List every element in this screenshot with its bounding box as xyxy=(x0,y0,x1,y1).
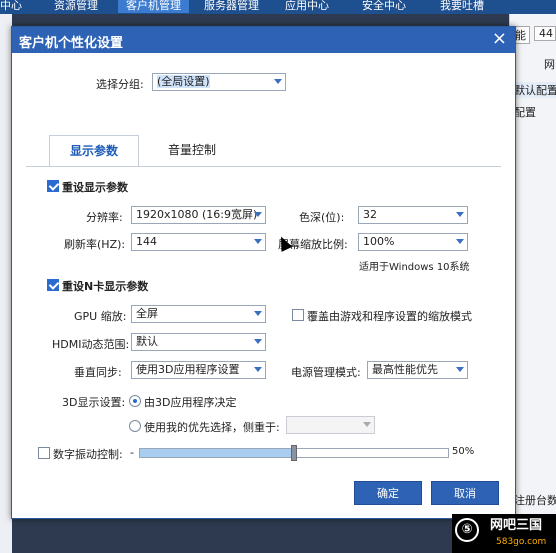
bg-cell: 配置 xyxy=(514,106,536,119)
vibrance-label: 数字振动控制: xyxy=(53,448,123,461)
vibrance-checkbox[interactable] xyxy=(38,447,50,459)
d3-pref-radio[interactable] xyxy=(129,420,141,432)
chevron-down-icon xyxy=(254,367,262,372)
resolution-value: 1920x1080 (16:9宽屏) xyxy=(136,208,258,221)
chevron-down-icon xyxy=(274,79,282,84)
refresh-label: 刷新率(HZ): xyxy=(64,238,126,251)
bg-col-header: 网 xyxy=(544,58,555,71)
chevron-down-icon xyxy=(456,239,464,244)
nav-item[interactable]: 中心 xyxy=(0,0,22,13)
client-settings-dialog: 客户机个性化设置 × 选择分组: (全局设置) 显示参数 音量控制 重设显示参数… xyxy=(11,26,516,519)
vibrance-min: - xyxy=(130,446,134,459)
watermark-url: 583go.com xyxy=(496,537,547,547)
cancel-button[interactable]: 取消 xyxy=(431,481,499,505)
chevron-down-icon xyxy=(254,311,262,316)
scale-select[interactable]: 100% xyxy=(358,233,468,251)
nav-item[interactable]: 我要吐槽 xyxy=(440,0,484,13)
color-depth-select[interactable]: 32 xyxy=(358,206,468,224)
watermark-brand: 网吧三国 xyxy=(490,518,543,533)
top-nav: 中心 资源管理 客户机管理 服务器管理 应用中心 安全中心 我要吐槽 xyxy=(0,0,556,14)
bg-number[interactable]: 44 xyxy=(534,26,556,41)
vsync-select[interactable]: 使用3D应用程序设置 xyxy=(131,361,266,379)
scale-note: 适用于Windows 10系统 xyxy=(359,262,470,273)
hdmi-label: HDMI动态范围: xyxy=(52,338,130,351)
override-scaling-checkbox[interactable] xyxy=(292,309,304,321)
d3-pref-select[interactable] xyxy=(286,416,375,434)
watermark-logo: ⑤ 网吧三国 583go.com xyxy=(452,514,556,553)
chevron-down-icon xyxy=(363,422,371,427)
hdmi-select[interactable]: 默认 xyxy=(131,333,266,351)
bg-cell: 默认配置 xyxy=(510,82,556,98)
resolution-label: 分辨率: xyxy=(86,211,123,224)
d3-app-radio[interactable] xyxy=(129,395,141,407)
refresh-value: 144 xyxy=(136,235,157,248)
d3-app-label: 由3D应用程序决定 xyxy=(144,396,237,409)
group-label: 选择分组: xyxy=(96,78,144,91)
vsync-label: 垂直同步: xyxy=(74,366,122,379)
reset-display-checkbox[interactable] xyxy=(47,180,59,192)
chevron-down-icon xyxy=(254,339,262,344)
chevron-down-icon xyxy=(456,367,464,372)
gpu-scale-label: GPU 缩放: xyxy=(74,310,127,323)
nav-item[interactable]: 资源管理 xyxy=(54,0,98,13)
tab-display[interactable]: 显示参数 xyxy=(49,135,139,167)
nav-item[interactable]: 安全中心 xyxy=(362,0,406,13)
dialog-title: 客户机个性化设置 xyxy=(19,36,124,51)
chevron-down-icon xyxy=(456,212,464,217)
reset-nvidia-label: 重设N卡显示参数 xyxy=(62,280,149,293)
nav-item[interactable]: 服务器管理 xyxy=(204,0,259,13)
nav-item[interactable]: 应用中心 xyxy=(285,0,329,13)
gpu-scale-value: 全屏 xyxy=(136,307,158,320)
close-icon[interactable]: × xyxy=(492,29,507,49)
vibrance-slider-fill xyxy=(140,449,294,457)
background-panel-right: 能 44 网 默认配置 配置 注册台数 xyxy=(509,14,556,553)
ok-button[interactable]: 确定 xyxy=(354,481,422,505)
bg-cell: 注册台数 xyxy=(514,494,556,507)
vibrance-value: 50% xyxy=(452,446,475,457)
chevron-down-icon xyxy=(254,212,262,217)
chevron-down-icon xyxy=(254,239,262,244)
nav-item-active[interactable]: 客户机管理 xyxy=(118,0,189,13)
vibrance-slider[interactable] xyxy=(139,445,449,461)
gpu-scale-select[interactable]: 全屏 xyxy=(131,305,266,323)
hdmi-value: 默认 xyxy=(136,335,158,348)
resolution-select[interactable]: 1920x1080 (16:9宽屏) xyxy=(131,206,266,224)
refresh-select[interactable]: 144 xyxy=(131,233,266,251)
power-value: 最高性能优先 xyxy=(372,363,438,376)
override-scaling-label: 覆盖由游戏和程序设置的缩放模式 xyxy=(307,310,472,323)
power-select[interactable]: 最高性能优先 xyxy=(367,361,468,379)
color-depth-label: 色深(位): xyxy=(299,211,345,224)
reset-nvidia-checkbox[interactable] xyxy=(47,279,59,291)
watermark-icon: ⑤ xyxy=(455,518,479,542)
dialog-titlebar: 客户机个性化设置 × xyxy=(12,27,515,53)
color-depth-value: 32 xyxy=(363,208,377,221)
tab-volume[interactable]: 音量控制 xyxy=(152,135,232,167)
tab-divider xyxy=(26,166,501,167)
power-label: 电源管理模式: xyxy=(291,366,361,379)
d3-label: 3D显示设置: xyxy=(62,396,126,409)
vsync-value: 使用3D应用程序设置 xyxy=(136,363,240,376)
d3-pref-label: 使用我的优先选择，侧重于: xyxy=(144,421,280,434)
reset-display-label: 重设显示参数 xyxy=(62,181,128,194)
group-value: (全局设置) xyxy=(157,75,210,88)
vibrance-slider-thumb[interactable] xyxy=(291,445,297,461)
group-select[interactable]: (全局设置) xyxy=(152,73,286,91)
scale-value: 100% xyxy=(363,235,395,248)
